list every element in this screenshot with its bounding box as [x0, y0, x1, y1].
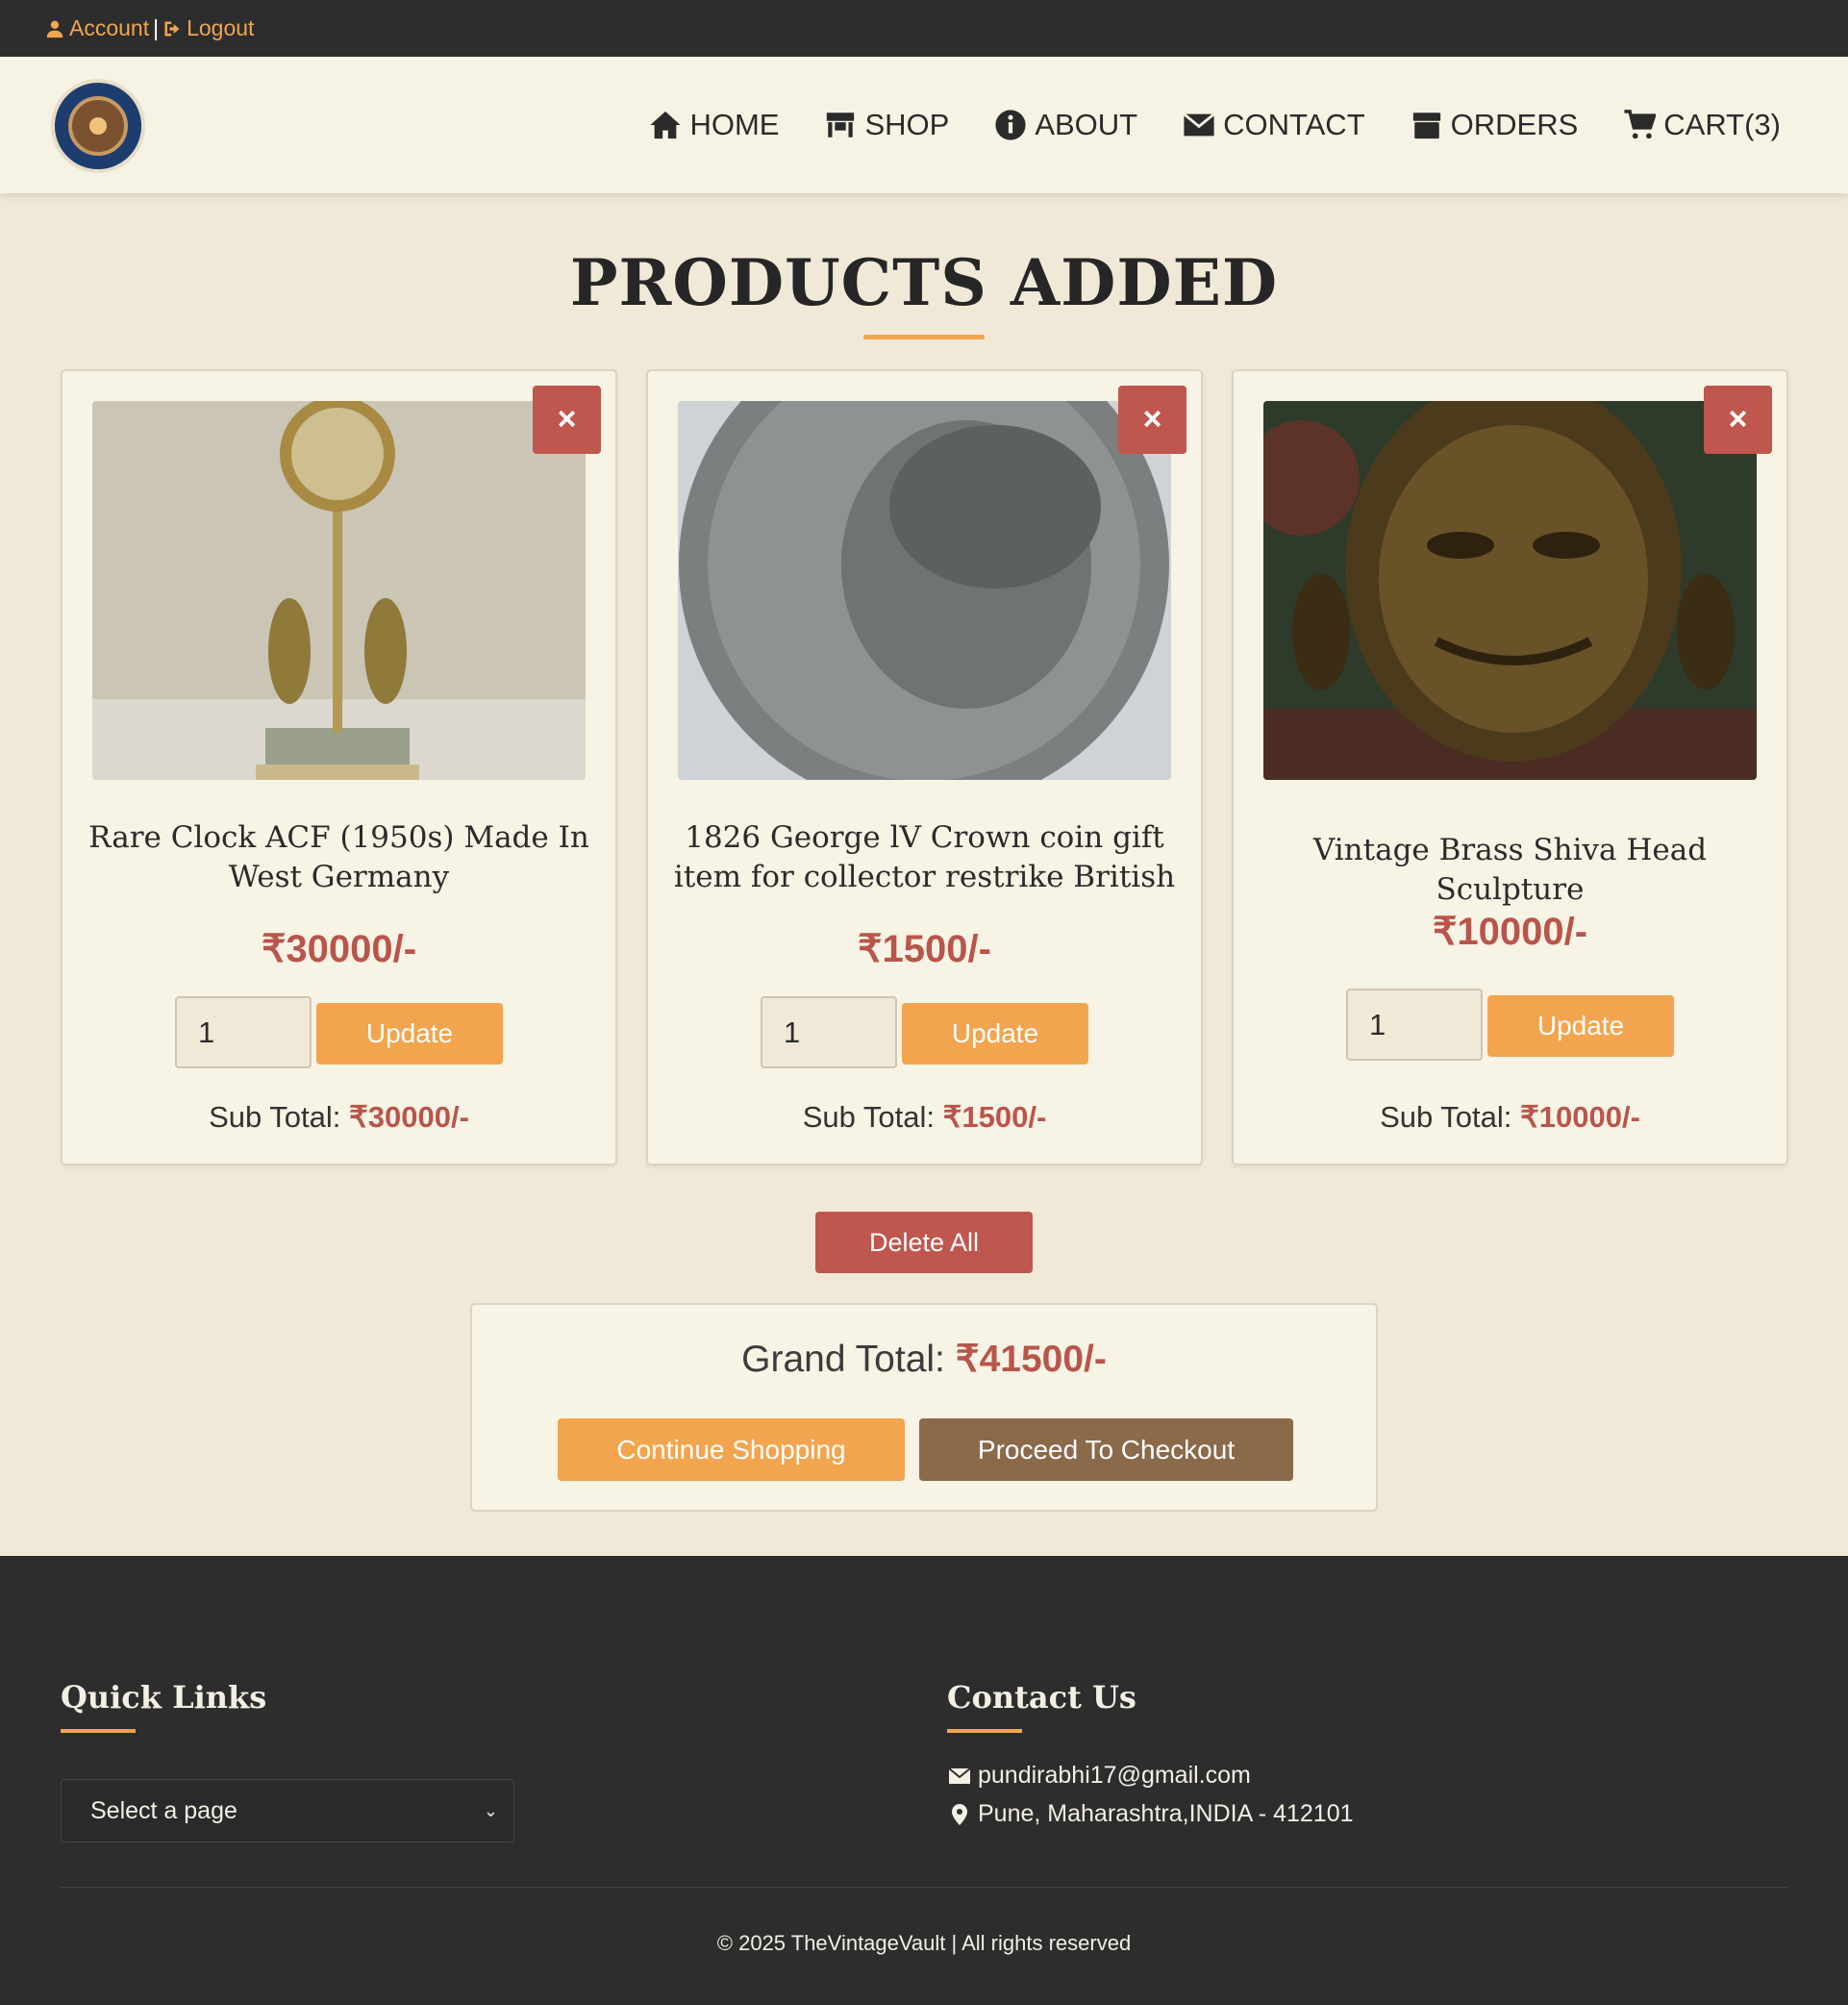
contact-address-text: Pune, Maharashtra,INDIA - 412101: [978, 1800, 1354, 1827]
quick-links-heading: Quick Links: [61, 1679, 267, 1716]
subtotal-label: Sub Total:: [209, 1100, 341, 1134]
brand-logo[interactable]: [51, 79, 145, 173]
quantity-input[interactable]: [175, 996, 312, 1068]
cart-icon: [1624, 110, 1657, 139]
update-button[interactable]: Update: [1487, 995, 1674, 1057]
product-price: ₹30000/-: [261, 928, 417, 970]
product-name: Vintage Brass Shiva Head Sculpture: [1312, 833, 1708, 907]
chevron-down-icon: ⌄: [483, 1800, 498, 1820]
nav-about[interactable]: ABOUT: [994, 108, 1137, 142]
user-icon: [46, 20, 63, 38]
nav-contact-label: CONTACT: [1223, 108, 1365, 141]
update-button[interactable]: Update: [316, 1003, 503, 1065]
subtotal-value: ₹30000/-: [349, 1100, 469, 1134]
grand-total-value: ₹41500/-: [955, 1339, 1107, 1380]
proceed-to-checkout-button[interactable]: Proceed To Checkout: [919, 1418, 1293, 1481]
subtotal-value: ₹1500/-: [942, 1100, 1047, 1134]
subtotal-value: ₹10000/-: [1520, 1100, 1640, 1134]
subtotal: Sub Total: ₹1500/-: [648, 1100, 1201, 1135]
quantity-row: Update: [62, 996, 615, 1068]
contact-underline: [947, 1729, 1022, 1733]
title-underline: [863, 335, 985, 339]
copyright: © 2025 TheVintageVault | All rights rese…: [716, 1931, 1132, 1955]
update-button[interactable]: Update: [902, 1003, 1088, 1065]
envelope-icon: [948, 1767, 971, 1784]
cart-item-card: × Rare Clock ACF (1950s) Made In West Ge…: [61, 369, 617, 1165]
product-name: 1826 George lV Crown coin gift item for …: [673, 820, 1176, 894]
info-icon: [995, 110, 1026, 140]
envelope-icon: [1183, 113, 1215, 137]
page-title: PRODUCTS ADDED: [569, 245, 1279, 320]
quantity-row: Update: [1234, 989, 1786, 1061]
location-pin-icon: [952, 1803, 967, 1825]
product-name: Rare Clock ACF (1950s) Made In West Germ…: [88, 820, 589, 894]
subtotal-label: Sub Total:: [1380, 1100, 1512, 1134]
store-icon: [827, 113, 855, 138]
nav-home-label: HOME: [689, 108, 780, 141]
nav-orders-label: ORDERS: [1450, 108, 1579, 141]
remove-item-button[interactable]: ×: [1118, 386, 1186, 454]
nav-orders[interactable]: ORDERS: [1411, 108, 1579, 142]
quantity-input[interactable]: [1346, 989, 1483, 1061]
top-bar: Account | Logout: [0, 0, 1848, 57]
quick-links-underline: [61, 1729, 136, 1733]
nav-cart-label: CART(3): [1663, 108, 1781, 141]
footer-divider: [61, 1887, 1787, 1888]
delete-all-button[interactable]: Delete All: [815, 1212, 1033, 1273]
product-image-shiva: [1263, 401, 1757, 780]
contact-email-text: pundirabhi17@gmail.com: [978, 1762, 1251, 1789]
continue-shopping-button[interactable]: Continue Shopping: [558, 1418, 905, 1481]
site-footer: Quick Links Select a page ⌄ Contact Us p…: [0, 1556, 1848, 2005]
quantity-input[interactable]: [761, 996, 897, 1068]
nav-about-label: ABOUT: [1035, 108, 1138, 141]
account-link[interactable]: Account: [45, 15, 149, 41]
home-icon: [650, 111, 682, 139]
topbar-separator: |: [153, 15, 160, 40]
product-price: ₹10000/-: [1432, 911, 1588, 953]
contact-address: Pune, Maharashtra,INDIA - 412101: [947, 1800, 1354, 1828]
grand-total: Grand Total: ₹41500/-: [472, 1338, 1376, 1381]
page-select-value: Select a page: [90, 1796, 237, 1824]
nav-cart[interactable]: CART(3): [1623, 108, 1781, 142]
grand-total-box: Grand Total: ₹41500/- Continue Shopping …: [470, 1303, 1378, 1512]
cart-item-card: × Vintage Brass Shiva Head Sculpture ₹10…: [1232, 369, 1788, 1165]
account-label: Account: [69, 15, 150, 40]
remove-item-button[interactable]: ×: [1704, 386, 1772, 454]
subtotal: Sub Total: ₹10000/-: [1234, 1100, 1786, 1135]
subtotal-label: Sub Total:: [802, 1100, 936, 1134]
logo-emblem: [68, 96, 128, 156]
main-nav: HOME SHOP ABOUT CONTACT ORDERS CART(3): [649, 57, 1781, 193]
box-icon: [1412, 113, 1440, 139]
site-header: HOME SHOP ABOUT CONTACT ORDERS CART(3): [0, 57, 1848, 193]
remove-item-button[interactable]: ×: [533, 386, 601, 454]
logout-link[interactable]: Logout: [162, 15, 254, 41]
grand-total-label: Grand Total:: [741, 1339, 945, 1380]
cart-item-card: × 1826 George lV Crown coin gift item fo…: [646, 369, 1203, 1165]
nav-home[interactable]: HOME: [649, 108, 779, 142]
contact-email[interactable]: pundirabhi17@gmail.com: [947, 1762, 1251, 1790]
product-image-clock: [92, 401, 586, 780]
logout-icon: [164, 21, 180, 36]
product-image-coin: [678, 401, 1171, 780]
nav-shop[interactable]: SHOP: [824, 108, 949, 142]
page-select[interactable]: Select a page ⌄: [61, 1779, 514, 1842]
contact-heading: Contact Us: [947, 1679, 1136, 1716]
product-price: ₹1500/-: [858, 928, 991, 970]
logout-label: Logout: [187, 15, 255, 40]
quantity-row: Update: [648, 996, 1201, 1068]
nav-shop-label: SHOP: [864, 108, 950, 141]
nav-contact[interactable]: CONTACT: [1183, 108, 1365, 142]
subtotal: Sub Total: ₹30000/-: [62, 1100, 615, 1135]
